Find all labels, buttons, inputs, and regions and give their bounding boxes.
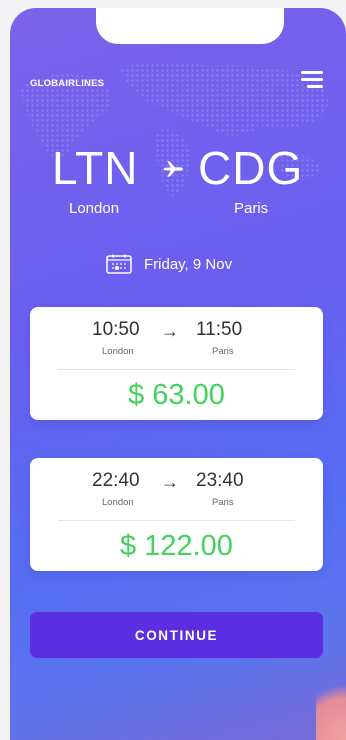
date-selector[interactable]: Friday, 9 Nov bbox=[106, 253, 232, 275]
flight-card[interactable]: 10:50 → 11:50 London Paris $ 63.00 bbox=[30, 307, 323, 420]
flight-price: $ 63.00 bbox=[128, 379, 225, 411]
flight-card[interactable]: 22:40 → 23:40 London Paris $ 122.00 bbox=[30, 458, 323, 571]
card-divider bbox=[58, 520, 295, 521]
departure-city: London bbox=[102, 497, 134, 508]
departure-city: London bbox=[102, 346, 134, 357]
phone-screen: GLOBAIRLINES LTN CDG London Paris Friday… bbox=[10, 8, 346, 740]
destination-city: Paris bbox=[234, 200, 269, 217]
arrival-city: Paris bbox=[212, 497, 234, 508]
arrow-right-icon: → bbox=[161, 321, 179, 341]
card-divider bbox=[58, 369, 295, 370]
flight-times: 22:40 → 23:40 London Paris bbox=[30, 470, 323, 510]
departure-time: 22:40 bbox=[92, 470, 140, 491]
route-header: LTN CDG bbox=[10, 142, 346, 202]
hamburger-menu-icon[interactable] bbox=[301, 71, 323, 89]
continue-button[interactable]: CONTINUE bbox=[30, 612, 323, 658]
calendar-icon bbox=[106, 254, 132, 274]
origin-city: London bbox=[69, 200, 120, 217]
phone-notch bbox=[96, 8, 284, 44]
flight-times: 10:50 → 11:50 London Paris bbox=[30, 319, 323, 359]
brand-logo: GLOBAIRLINES bbox=[30, 78, 105, 89]
airplane-icon bbox=[163, 161, 183, 177]
origin-code: LTN bbox=[52, 142, 139, 194]
arrival-time: 11:50 bbox=[196, 319, 243, 340]
arrival-time: 23:40 bbox=[196, 470, 244, 491]
destination-code: CDG bbox=[198, 142, 304, 194]
departure-time: 10:50 bbox=[92, 319, 140, 340]
corner-accent bbox=[316, 670, 346, 740]
date-label: Friday, 9 Nov bbox=[144, 255, 233, 273]
arrival-city: Paris bbox=[212, 346, 234, 357]
arrow-right-icon: → bbox=[161, 472, 179, 492]
flight-price: $ 122.00 bbox=[120, 530, 233, 562]
